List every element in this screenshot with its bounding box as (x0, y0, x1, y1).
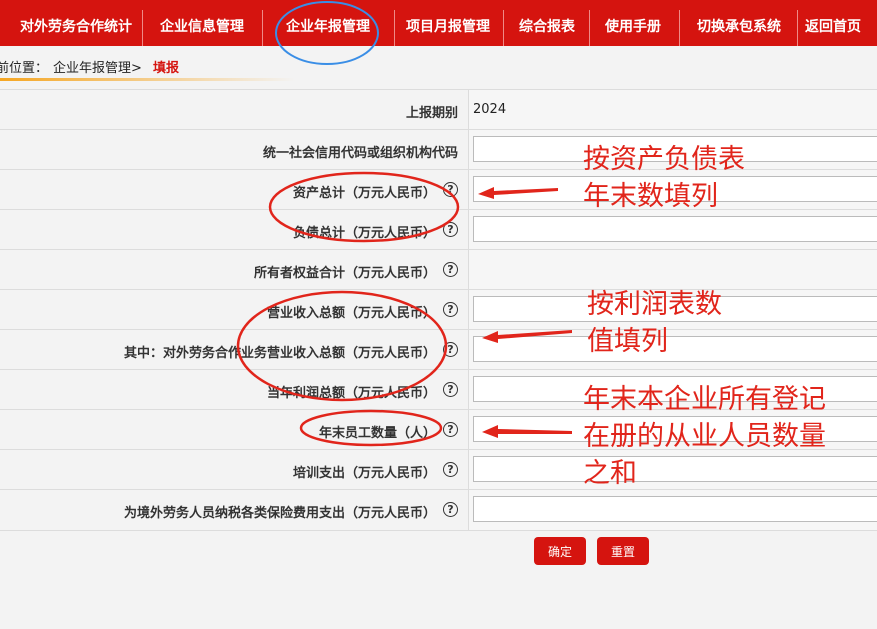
field-label: 培训支出（万元人民币） (292, 466, 436, 481)
field-label: 其中：对外劳务合作业务营业收入总额（万元人民币） (123, 346, 436, 361)
help-icon[interactable]: ? (443, 382, 458, 397)
annotation-line: 值填列 (587, 326, 668, 357)
breadcrumb-section-link[interactable]: 企业年报管理> (53, 57, 142, 76)
form-row-total-liabilities: 负债总计（万元人民币）? (0, 209, 877, 250)
nav-divider (142, 10, 143, 46)
nav-item-annual-report[interactable]: 企业年报管理 (266, 0, 390, 46)
total-liabilities-input[interactable] (473, 216, 877, 242)
nav-item-home[interactable]: 返回首页 (805, 0, 877, 46)
breadcrumb-current: 填报 (153, 61, 180, 76)
help-icon[interactable]: ? (443, 302, 458, 317)
field-label: 上报期别 (405, 106, 458, 121)
annotation-line: 按资产负债表 (583, 144, 745, 175)
nav-divider (589, 10, 590, 46)
field-label: 负债总计（万元人民币） (292, 226, 436, 241)
nav-item-switch-system[interactable]: 切换承包系统 (683, 0, 795, 46)
help-icon[interactable]: ? (443, 462, 458, 477)
form-row-revenue: 营业收入总额（万元人民币）? (0, 289, 877, 330)
nav-item-foreign-labor-stats[interactable]: 对外劳务合作统计 (14, 0, 138, 46)
field-label: 营业收入总额（万元人民币） (266, 306, 436, 321)
help-icon[interactable]: ? (443, 262, 458, 277)
nav-divider (394, 10, 395, 46)
breadcrumb-underline (0, 78, 295, 81)
reset-button[interactable]: 重置 (597, 537, 649, 565)
top-nav: 对外劳务合作统计 企业信息管理 企业年报管理 项目月报管理 综合报表 使用手册 … (0, 0, 877, 46)
nav-item-manual[interactable]: 使用手册 (593, 0, 673, 46)
field-label: 统一社会信用代码或组织机构代码 (262, 146, 458, 161)
annotation-note-balance-sheet: 按资产负债表 年末数填列 (583, 141, 745, 215)
nav-item-monthly-report[interactable]: 项目月报管理 (398, 0, 498, 46)
annotation-line: 年末本企业所有登记 (583, 384, 826, 415)
breadcrumb-prefix: 前位置： (0, 61, 49, 76)
help-icon[interactable]: ? (443, 422, 458, 437)
form-row-insurance: 为境外劳务人员纳税各类保险费用支出（万元人民币）? (0, 489, 877, 531)
help-icon[interactable]: ? (443, 222, 458, 237)
nav-divider (503, 10, 504, 46)
annotation-line: 在册的从业人员数量 (583, 421, 826, 452)
owners-equity-value (469, 250, 877, 290)
nav-item-reports[interactable]: 综合报表 (507, 0, 587, 46)
help-icon[interactable]: ? (443, 342, 458, 357)
help-icon[interactable]: ? (443, 182, 458, 197)
form-row-total-assets: 资产总计（万元人民币）? (0, 169, 877, 210)
confirm-button[interactable]: 确定 (534, 537, 586, 565)
insurance-input[interactable] (473, 496, 877, 522)
annotation-line: 之和 (583, 458, 637, 489)
nav-divider (262, 10, 263, 46)
nav-item-enterprise-info[interactable]: 企业信息管理 (146, 0, 258, 46)
field-label: 所有者权益合计（万元人民币） (253, 266, 436, 281)
nav-divider (797, 10, 798, 46)
field-label: 为境外劳务人员纳税各类保险费用支出（万元人民币） (123, 506, 436, 521)
field-label: 资产总计（万元人民币） (292, 186, 436, 201)
form-row-owners-equity: 所有者权益合计（万元人民币）? (0, 249, 877, 290)
field-label: 当年利润总额（万元人民币） (266, 386, 436, 401)
nav-divider (679, 10, 680, 46)
form-row-labor-revenue: 其中：对外劳务合作业务营业收入总额（万元人民币）? (0, 329, 877, 370)
annotation-note-employees: 年末本企业所有登记 在册的从业人员数量 之和 (583, 381, 826, 492)
annotation-note-income-statement: 按利润表数 值填列 (587, 286, 722, 360)
report-period-value: 2024 (473, 102, 507, 117)
field-label: 年末员工数量（人） (318, 426, 436, 441)
annotation-line: 年末数填列 (583, 181, 718, 212)
annotation-line: 按利润表数 (587, 289, 722, 320)
form-row-period: 上报期别 2024 (0, 89, 877, 130)
form-row-credit-code: 统一社会信用代码或组织机构代码 (0, 129, 877, 170)
help-icon[interactable]: ? (443, 502, 458, 517)
